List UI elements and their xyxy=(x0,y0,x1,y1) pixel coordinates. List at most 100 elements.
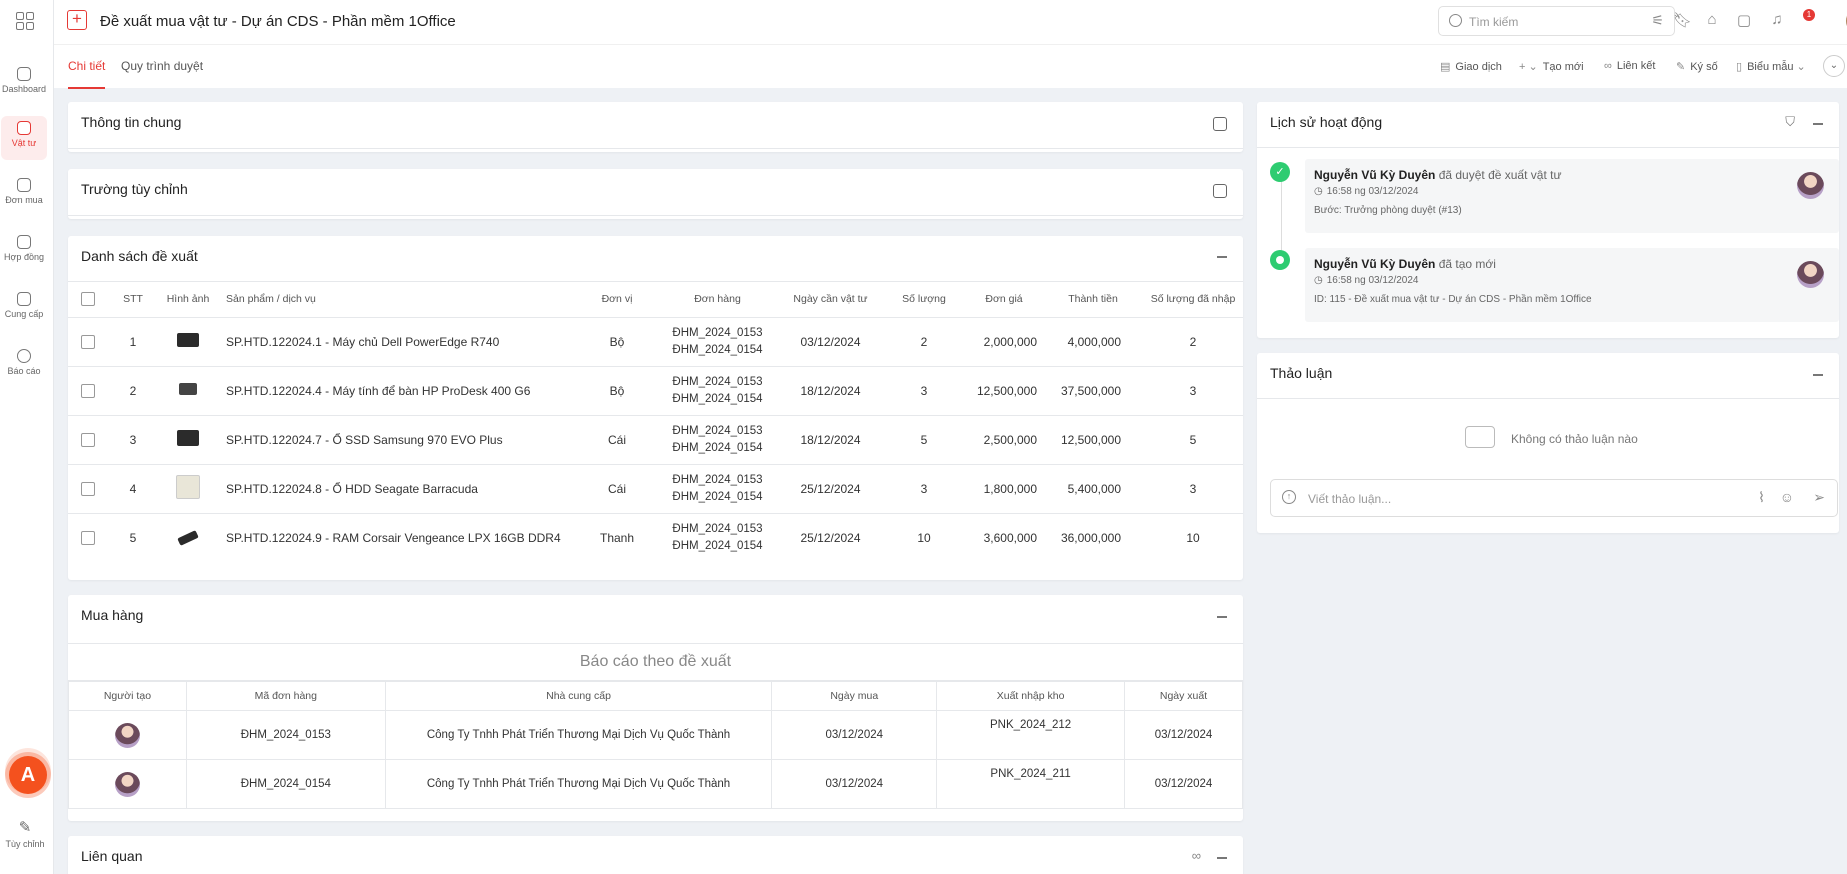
filter-icon[interactable]: ⛉ xyxy=(1785,114,1795,130)
link-button[interactable]: ∞ Liên kết xyxy=(1604,60,1655,72)
product-name[interactable]: SP.HTD.122024.9 - RAM Corsair Vengeance … xyxy=(218,513,577,562)
add-button[interactable]: + xyxy=(67,10,87,30)
sidebar-item-contracts[interactable]: Hợp đồng xyxy=(1,230,47,274)
select-all-checkbox[interactable] xyxy=(81,291,95,306)
row-stt: 3 xyxy=(108,415,158,465)
sidebar-item-supplies[interactable]: Vật tư xyxy=(1,116,47,160)
chat-icon[interactable]: ▢ xyxy=(1736,11,1752,29)
order-code[interactable]: ĐHM_2024_0154 xyxy=(185,759,386,809)
warehouse-code[interactable]: PNK_2024_212 xyxy=(936,710,1126,760)
supplier-name: Công Ty Tnhh Phát Triển Thương Mại Dịch … xyxy=(384,710,773,760)
table-row[interactable]: 5 SP.HTD.122024.9 - RAM Corsair Vengeanc… xyxy=(68,513,1243,562)
row-checkbox[interactable] xyxy=(81,383,95,398)
bell-icon[interactable]: ♫︎ xyxy=(1769,11,1785,29)
table-row[interactable]: 1 SP.HTD.122024.1 - Máy chủ Dell PowerEd… xyxy=(68,317,1243,367)
upload-icon[interactable]: ↑ xyxy=(1282,490,1296,504)
order-link[interactable]: ĐHM_2024_0154 xyxy=(657,342,778,359)
table-row[interactable]: 3 SP.HTD.122024.7 - Ổ SSD Samsung 970 EV… xyxy=(68,415,1243,465)
order-code[interactable]: ĐHM_2024_0153 xyxy=(185,710,386,760)
unit: Cái xyxy=(577,415,657,465)
expand-square-icon[interactable] xyxy=(1213,184,1227,198)
create-new-button[interactable]: + ⌄ Tạo mới xyxy=(1519,60,1584,73)
column-header: Ngày mua xyxy=(771,681,938,711)
sidebar-item-label: Cung cấp xyxy=(4,309,44,319)
tab-approval-process[interactable]: Quy trình duyệt xyxy=(121,59,203,73)
sidebar-item-suppliers[interactable]: Cung cấp xyxy=(1,287,47,331)
table-row[interactable]: ĐHM_2024_0154 Công Ty Tnhh Phát Triển Th… xyxy=(68,759,1243,809)
sidebar-item-dashboard[interactable]: Dashboard xyxy=(1,62,47,106)
panel-title: Lịch sử hoạt động xyxy=(1270,114,1383,130)
product-name[interactable]: SP.HTD.122024.8 - Ổ HDD Seagate Barracud… xyxy=(218,464,577,514)
digital-sign-button[interactable]: ✎ Ký số xyxy=(1676,60,1718,73)
column-header: Số lượng xyxy=(883,281,965,318)
expand-square-icon[interactable] xyxy=(1213,117,1227,131)
proposal-list-panel: Danh sách đề xuất STT Hình ảnh Sản phẩm … xyxy=(68,236,1243,580)
row-checkbox[interactable] xyxy=(81,531,95,546)
empty-chat-icon xyxy=(1465,426,1495,448)
transactions-button[interactable]: ▤ Giao dịch xyxy=(1440,60,1502,73)
order-link[interactable]: ĐHM_2024_0153 xyxy=(657,325,778,342)
timeline-line xyxy=(1281,174,1282,260)
order-link[interactable]: ĐHM_2024_0153 xyxy=(657,423,778,440)
order-link[interactable]: ĐHM_2024_0154 xyxy=(657,391,778,408)
table-row[interactable]: 4 SP.HTD.122024.8 - Ổ HDD Seagate Barrac… xyxy=(68,464,1243,514)
history-user[interactable]: Nguyễn Vũ Kỳ Duyên đã duyệt đề xuất vật … xyxy=(1314,168,1561,182)
row-stt: 1 xyxy=(108,317,158,367)
action-label: Liên kết xyxy=(1616,60,1656,72)
apps-grid-icon[interactable] xyxy=(16,12,34,30)
order-link[interactable]: ĐHM_2024_0153 xyxy=(657,374,778,391)
report-title: Báo cáo theo đề xuất xyxy=(68,643,1243,681)
table-row[interactable]: 2 SP.HTD.122024.4 - Máy tính để bàn HP P… xyxy=(68,366,1243,416)
collapse-icon[interactable] xyxy=(1217,616,1227,618)
order-link[interactable]: ĐHM_2024_0153 xyxy=(657,472,778,489)
discussion-input[interactable]: ↑ Viết thảo luận... ⌇ ☺ ➢ xyxy=(1270,479,1838,517)
expand-actions-button[interactable]: ⌄ xyxy=(1823,55,1845,77)
row-checkbox[interactable] xyxy=(81,334,95,349)
sidebar-item-label: Vật tư xyxy=(11,138,37,148)
sidebar-item-reports[interactable]: Báo cáo xyxy=(1,344,47,388)
row-checkbox[interactable] xyxy=(81,432,95,447)
product-name[interactable]: SP.HTD.122024.4 - Máy tính để bàn HP Pro… xyxy=(218,366,577,416)
attachment-icon[interactable]: ⌇ xyxy=(1758,489,1765,506)
order-link[interactable]: ĐHM_2024_0154 xyxy=(657,489,778,506)
send-icon[interactable]: ➢ xyxy=(1813,489,1825,506)
sidebar-item-label: Đơn mua xyxy=(5,195,43,205)
divider xyxy=(1257,147,1839,148)
clock-icon: ◷ xyxy=(1314,186,1323,197)
customize-button[interactable]: ✎ Tùy chỉnh xyxy=(2,818,48,849)
discussion-panel: Thảo luận Không có thảo luận nào ↑ Viết … xyxy=(1257,353,1839,533)
search-box[interactable]: Tìm kiếm ⚟ xyxy=(1438,6,1675,36)
collapse-icon[interactable] xyxy=(1813,374,1823,376)
table-row[interactable]: ĐHM_2024_0153 Công Ty Tnhh Phát Triển Th… xyxy=(68,710,1243,760)
warehouse-code[interactable]: PNK_2024_211 xyxy=(936,759,1126,809)
app-logo[interactable]: A xyxy=(9,756,47,794)
link-icon[interactable]: ∞ xyxy=(1192,848,1201,863)
home-icon[interactable]: ⌂ xyxy=(1704,11,1720,29)
collapse-icon[interactable] xyxy=(1217,857,1227,859)
sidebar-item-purchase-orders[interactable]: Đơn mua xyxy=(1,173,47,217)
notification-badge: 1 xyxy=(1803,9,1815,21)
received-qty: 10 xyxy=(1186,530,1200,545)
action-label: Ký số xyxy=(1690,61,1718,73)
general-info-panel: Thông tin chung xyxy=(68,102,1243,152)
emoji-icon[interactable]: ☺ xyxy=(1780,489,1794,505)
unit-price: 2,500,000 xyxy=(965,415,1043,465)
collapse-icon[interactable] xyxy=(1813,123,1823,125)
total: 37,500,000 xyxy=(1043,366,1143,416)
unit-price: 2,000,000 xyxy=(965,317,1043,367)
column-header: Ngày cần vật tư xyxy=(778,281,883,318)
templates-button[interactable]: ▯ Biểu mẫu ⌄ xyxy=(1736,60,1811,73)
product-name[interactable]: SP.HTD.122024.1 - Máy chủ Dell PowerEdge… xyxy=(218,317,577,367)
order-link[interactable]: ĐHM_2024_0154 xyxy=(657,440,778,457)
quantity: 10 xyxy=(917,530,931,545)
collapse-icon[interactable] xyxy=(1217,256,1227,258)
order-link[interactable]: ĐHM_2024_0154 xyxy=(657,538,778,555)
history-user[interactable]: Nguyễn Vũ Kỳ Duyên đã tạo mới xyxy=(1314,257,1496,271)
bookmark-icon[interactable]: 🔖︎ xyxy=(1673,11,1692,29)
filter-sliders-icon[interactable]: ⚟ xyxy=(1651,12,1664,29)
product-name[interactable]: SP.HTD.122024.7 - Ổ SSD Samsung 970 EVO … xyxy=(218,415,577,465)
order-link[interactable]: ĐHM_2024_0153 xyxy=(657,521,778,538)
activity-history-panel: Lịch sử hoạt động ⛉ ✓ Nguyễn Vũ Kỳ Duyên… xyxy=(1257,102,1839,338)
row-checkbox[interactable] xyxy=(81,481,95,496)
tab-details[interactable]: Chi tiết xyxy=(68,59,105,73)
